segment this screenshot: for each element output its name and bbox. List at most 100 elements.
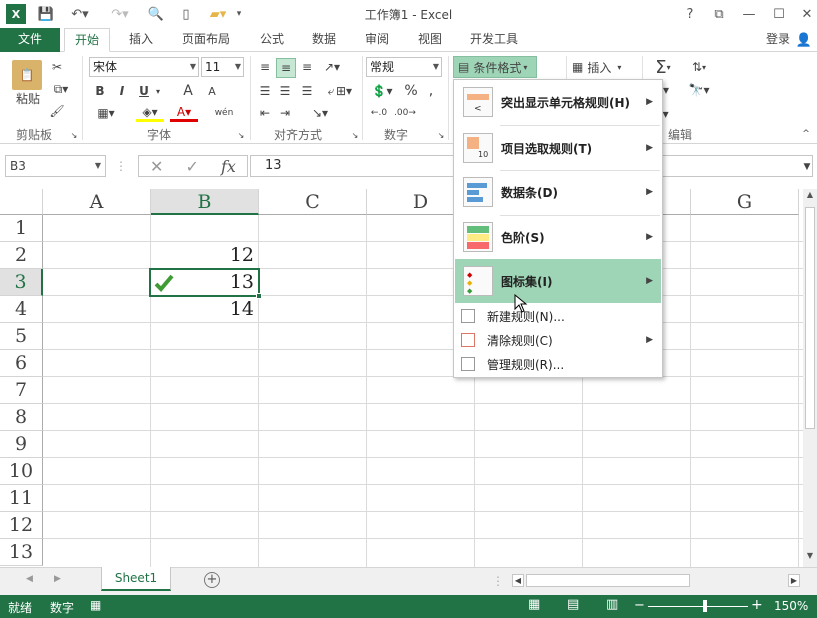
- paste-button-label[interactable]: 粘贴: [8, 90, 48, 106]
- horizontal-scroll-thumb[interactable]: [526, 574, 690, 587]
- menu-item-highlight-rules[interactable]: < 突出显示单元格规则(H) ▶: [455, 80, 661, 124]
- underline-dropdown-icon[interactable]: ▾: [154, 82, 162, 100]
- decrease-indent-icon[interactable]: ⇤: [256, 104, 274, 122]
- row-header-4[interactable]: 4: [0, 296, 43, 323]
- column-header-c[interactable]: C: [259, 189, 367, 215]
- macro-record-icon[interactable]: ▦: [90, 598, 101, 612]
- tab-split-handle[interactable]: ⋮: [492, 574, 504, 588]
- underline-button[interactable]: U: [136, 82, 152, 100]
- insert-cells-button[interactable]: ▦ 插入 ▾: [572, 57, 636, 77]
- row-header-12[interactable]: 12: [0, 512, 43, 539]
- page-break-view-icon[interactable]: ▥: [606, 597, 618, 612]
- border-icon[interactable]: ▦▾: [92, 104, 120, 122]
- scroll-down-icon[interactable]: ▼: [804, 551, 816, 565]
- clipboard-launcher-icon[interactable]: ↘: [69, 130, 79, 140]
- menu-item-clear-rules[interactable]: 清除规则(C) ▶: [455, 328, 661, 352]
- tab-page-layout[interactable]: 页面布局: [172, 28, 240, 52]
- orientation-icon[interactable]: ↘▾: [306, 104, 334, 122]
- column-header-g[interactable]: G: [691, 189, 799, 215]
- text-direction-icon[interactable]: ↗▾: [318, 58, 346, 76]
- row-header-1[interactable]: 1: [0, 215, 43, 242]
- vertical-scrollbar[interactable]: ▲ ▼: [803, 189, 817, 567]
- column-header-a[interactable]: A: [43, 189, 151, 215]
- normal-view-icon[interactable]: ▦: [528, 597, 540, 612]
- row-header-5[interactable]: 5: [0, 323, 43, 350]
- fill-color-icon[interactable]: ◈▾: [136, 104, 164, 122]
- tab-view[interactable]: 视图: [408, 28, 452, 52]
- row-header-10[interactable]: 10: [0, 458, 43, 485]
- decrease-decimal-icon[interactable]: .00→: [394, 104, 416, 122]
- find-select-icon[interactable]: 🔭▾: [684, 80, 714, 100]
- name-box[interactable]: B3 ▼: [5, 155, 106, 177]
- row-header-3[interactable]: 3: [0, 269, 43, 296]
- sheet-scroll-right-icon[interactable]: ▶: [54, 574, 61, 584]
- align-middle-icon[interactable]: ≡: [276, 58, 296, 78]
- font-color-icon[interactable]: A▾: [170, 104, 198, 122]
- insert-function-button[interactable]: fx: [221, 157, 236, 176]
- percent-style-button[interactable]: %: [402, 82, 420, 100]
- expand-formula-icon[interactable]: ▼: [800, 160, 814, 174]
- tab-review[interactable]: 审阅: [355, 28, 399, 52]
- row-header-8[interactable]: 8: [0, 404, 43, 431]
- vertical-scroll-thumb[interactable]: [805, 207, 815, 429]
- menu-item-manage-rules[interactable]: 管理规则(R)...: [455, 352, 661, 376]
- cell-b2[interactable]: 12: [151, 242, 258, 269]
- collapse-ribbon-icon[interactable]: ^: [800, 128, 812, 140]
- menu-item-color-scales[interactable]: 色阶(S) ▶: [455, 215, 661, 259]
- minimize-icon[interactable]: —: [740, 4, 758, 24]
- hscroll-left-icon[interactable]: ◀: [512, 574, 524, 587]
- menu-item-new-rule[interactable]: 新建规则(N)...: [455, 304, 661, 328]
- number-format-combo[interactable]: 常规 ▼: [366, 57, 442, 77]
- add-sheet-icon[interactable]: +: [204, 572, 220, 588]
- shrink-font-button[interactable]: A: [204, 82, 220, 100]
- menu-item-icon-sets[interactable]: ◆ ◆ ◆ 图标集(I) ▶: [455, 259, 661, 303]
- align-bottom-icon[interactable]: ≡: [298, 58, 316, 76]
- bold-button[interactable]: B: [92, 82, 108, 100]
- tab-insert[interactable]: 插入: [119, 28, 163, 52]
- ribbon-display-icon[interactable]: ⧉: [710, 4, 728, 24]
- autosum-icon[interactable]: Σ ▾: [648, 56, 678, 78]
- number-launcher-icon[interactable]: ↘: [436, 130, 446, 140]
- paste-icon[interactable]: 📋: [12, 60, 42, 90]
- sort-filter-icon[interactable]: ⇅ ▾: [684, 56, 714, 78]
- fill-handle[interactable]: [256, 293, 262, 299]
- align-right-icon[interactable]: ☰: [298, 82, 316, 100]
- select-all-corner[interactable]: [0, 189, 43, 215]
- row-header-13[interactable]: 13: [0, 539, 43, 566]
- conditional-format-button[interactable]: ▤ 条件格式 ▾: [453, 56, 537, 78]
- increase-decimal-icon[interactable]: ←.0: [368, 104, 390, 122]
- accounting-format-icon[interactable]: 💲▾: [368, 82, 396, 100]
- cut-icon[interactable]: ✂: [48, 58, 66, 76]
- sheet-tab-sheet1[interactable]: Sheet1: [101, 567, 171, 591]
- font-launcher-icon[interactable]: ↘: [236, 130, 246, 140]
- zoom-in-button[interactable]: +: [751, 597, 763, 613]
- menu-item-data-bars[interactable]: 数据条(D) ▶: [455, 170, 661, 214]
- tab-file[interactable]: 文件: [0, 28, 60, 52]
- comma-style-button[interactable]: ,: [424, 82, 438, 100]
- zoom-level[interactable]: 150%: [774, 599, 808, 613]
- row-header-2[interactable]: 2: [0, 242, 43, 269]
- worksheet-grid[interactable]: A B C D E F G 1 2 3 4 5 6 7 8 9 10 11 12…: [0, 189, 803, 567]
- alignment-launcher-icon[interactable]: ↘: [350, 130, 360, 140]
- grow-font-button[interactable]: A: [180, 82, 196, 100]
- merge-cells-icon[interactable]: ⊞▾: [330, 82, 358, 100]
- page-layout-view-icon[interactable]: ▤: [567, 597, 579, 612]
- align-center-icon[interactable]: ☰: [276, 82, 294, 100]
- row-header-7[interactable]: 7: [0, 377, 43, 404]
- copy-icon[interactable]: ⧉▾: [48, 80, 74, 98]
- tab-formulas[interactable]: 公式: [250, 28, 294, 52]
- zoom-slider-thumb[interactable]: [703, 600, 707, 612]
- menu-item-top-bottom-rules[interactable]: 10 项目选取规则(T) ▶: [455, 126, 661, 170]
- align-top-icon[interactable]: ≡: [256, 58, 274, 76]
- tab-developer[interactable]: 开发工具: [460, 28, 528, 52]
- font-name-combo[interactable]: 宋体 ▼: [89, 57, 199, 77]
- user-avatar-icon[interactable]: 👤: [794, 30, 814, 50]
- font-size-combo[interactable]: 11 ▼: [201, 57, 244, 77]
- enter-icon[interactable]: ✓: [186, 157, 199, 176]
- scroll-up-icon[interactable]: ▲: [804, 190, 816, 204]
- maximize-icon[interactable]: ☐: [770, 4, 788, 24]
- cell-b4[interactable]: 14: [151, 296, 258, 323]
- format-painter-icon[interactable]: 🖌: [48, 102, 66, 120]
- zoom-out-button[interactable]: −: [634, 598, 645, 613]
- cancel-icon[interactable]: ✕: [150, 157, 163, 176]
